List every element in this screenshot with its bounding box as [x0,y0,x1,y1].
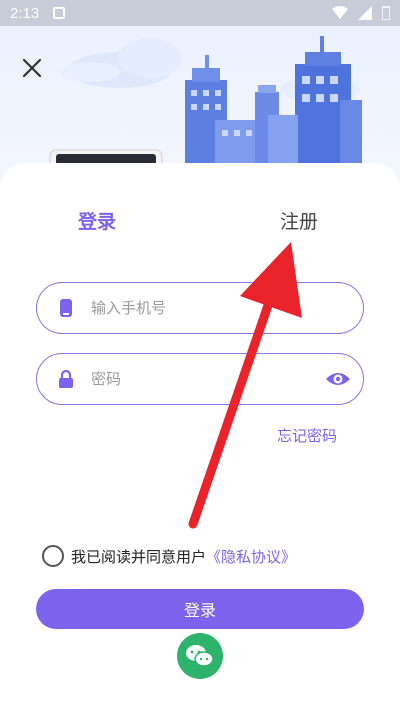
phone-field[interactable] [36,282,364,334]
login-button[interactable]: 登录 [36,589,364,629]
wechat-login-button[interactable] [177,633,223,679]
agreement-radio[interactable] [42,545,64,567]
notification-icon [53,7,66,19]
close-button[interactable] [18,54,46,82]
phone-icon [55,297,77,319]
forgot-password-link[interactable]: 忘记密码 [277,425,337,446]
agreement-text: 我已阅读并同意用户 [71,548,207,566]
lock-icon [55,368,77,390]
battery-icon [382,6,390,20]
signal-icon [358,6,372,20]
close-icon [22,58,42,78]
wechat-icon [186,645,214,667]
tab-register[interactable]: 注册 [280,207,318,234]
wifi-icon [332,6,348,19]
status-bar: 2:13 [0,0,400,26]
phone-input[interactable] [91,299,311,317]
password-input[interactable] [91,370,311,388]
status-time: 2:13 [10,4,40,22]
privacy-policy-link[interactable]: 《隐私协议》 [206,546,296,567]
agreement-row: 我已阅读并同意用户 《隐私协议》 [42,545,296,567]
eye-icon[interactable] [325,368,351,390]
password-field[interactable] [36,353,364,405]
tab-login[interactable]: 登录 [78,207,116,234]
